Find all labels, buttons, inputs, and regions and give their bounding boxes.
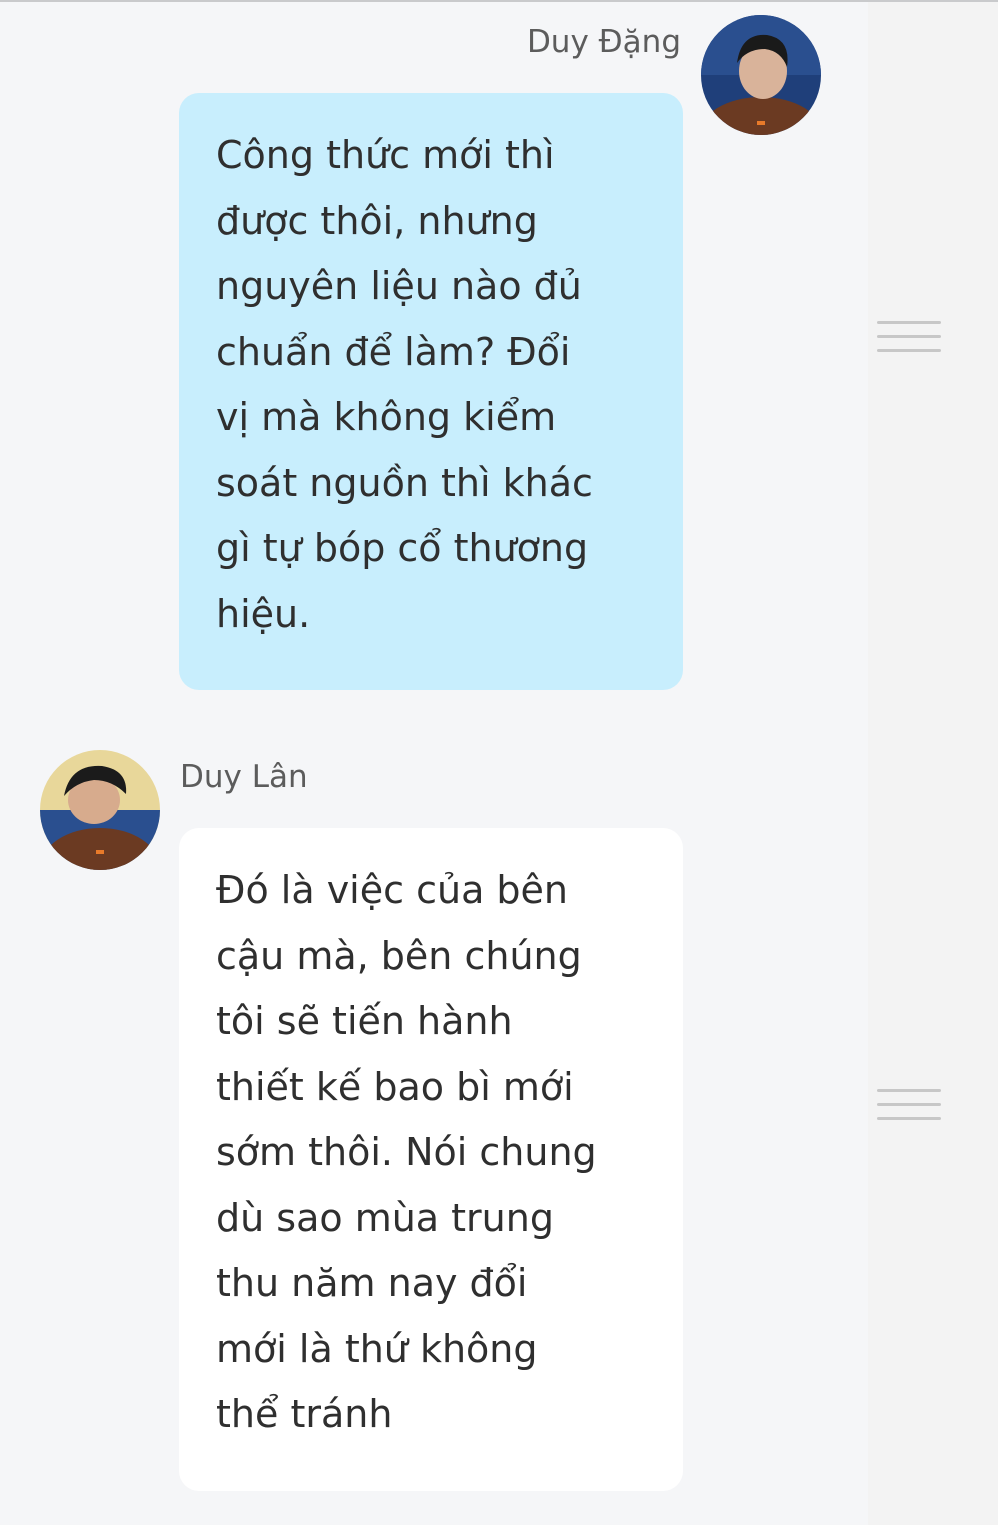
message-line: sớm thôi. Nói chung bbox=[216, 1130, 597, 1174]
message-line: dù sao mùa trung bbox=[216, 1195, 554, 1240]
message-line: hiệu. bbox=[216, 591, 311, 636]
message-line: vị mà không kiểm bbox=[216, 395, 557, 439]
message-line: mới là thứ không bbox=[216, 1326, 538, 1371]
hamburger-icon[interactable] bbox=[877, 1089, 941, 1123]
hamburger-icon[interactable] bbox=[877, 321, 941, 355]
sender-name: Duy Lân bbox=[180, 759, 308, 795]
message-line: được thôi, nhưng bbox=[216, 198, 538, 243]
message-line: nguyên liệu nào đủ bbox=[216, 264, 582, 308]
message-line: tôi sẽ tiến hành bbox=[216, 999, 513, 1043]
message-line: cậu mà, bên chúng bbox=[216, 933, 582, 978]
side-panel bbox=[868, 2, 998, 1525]
sender-name: Duy Đặng bbox=[526, 24, 681, 60]
message-line: Công thức mới thì bbox=[216, 133, 555, 177]
message-bubble-incoming[interactable]: Đó là việc của bên cậu mà, bên chúng tôi… bbox=[179, 828, 683, 1491]
message-line: gì tự bóp cổ thương bbox=[216, 526, 589, 570]
message-line: thể tránh bbox=[216, 1392, 393, 1436]
avatar[interactable] bbox=[701, 15, 821, 135]
avatar[interactable] bbox=[40, 750, 160, 870]
top-divider bbox=[0, 0, 998, 2]
message-line: chuẩn để làm? Đổi bbox=[216, 329, 571, 374]
message-line: thu năm nay đổi bbox=[216, 1261, 528, 1305]
message-line: Đó là việc của bên bbox=[216, 868, 569, 912]
message-bubble-outgoing[interactable]: Công thức mới thì được thôi, nhưng nguyê… bbox=[179, 93, 683, 690]
message-line: soát nguồn thì khác bbox=[216, 460, 593, 505]
message-line: thiết kế bao bì mới bbox=[216, 1064, 574, 1109]
